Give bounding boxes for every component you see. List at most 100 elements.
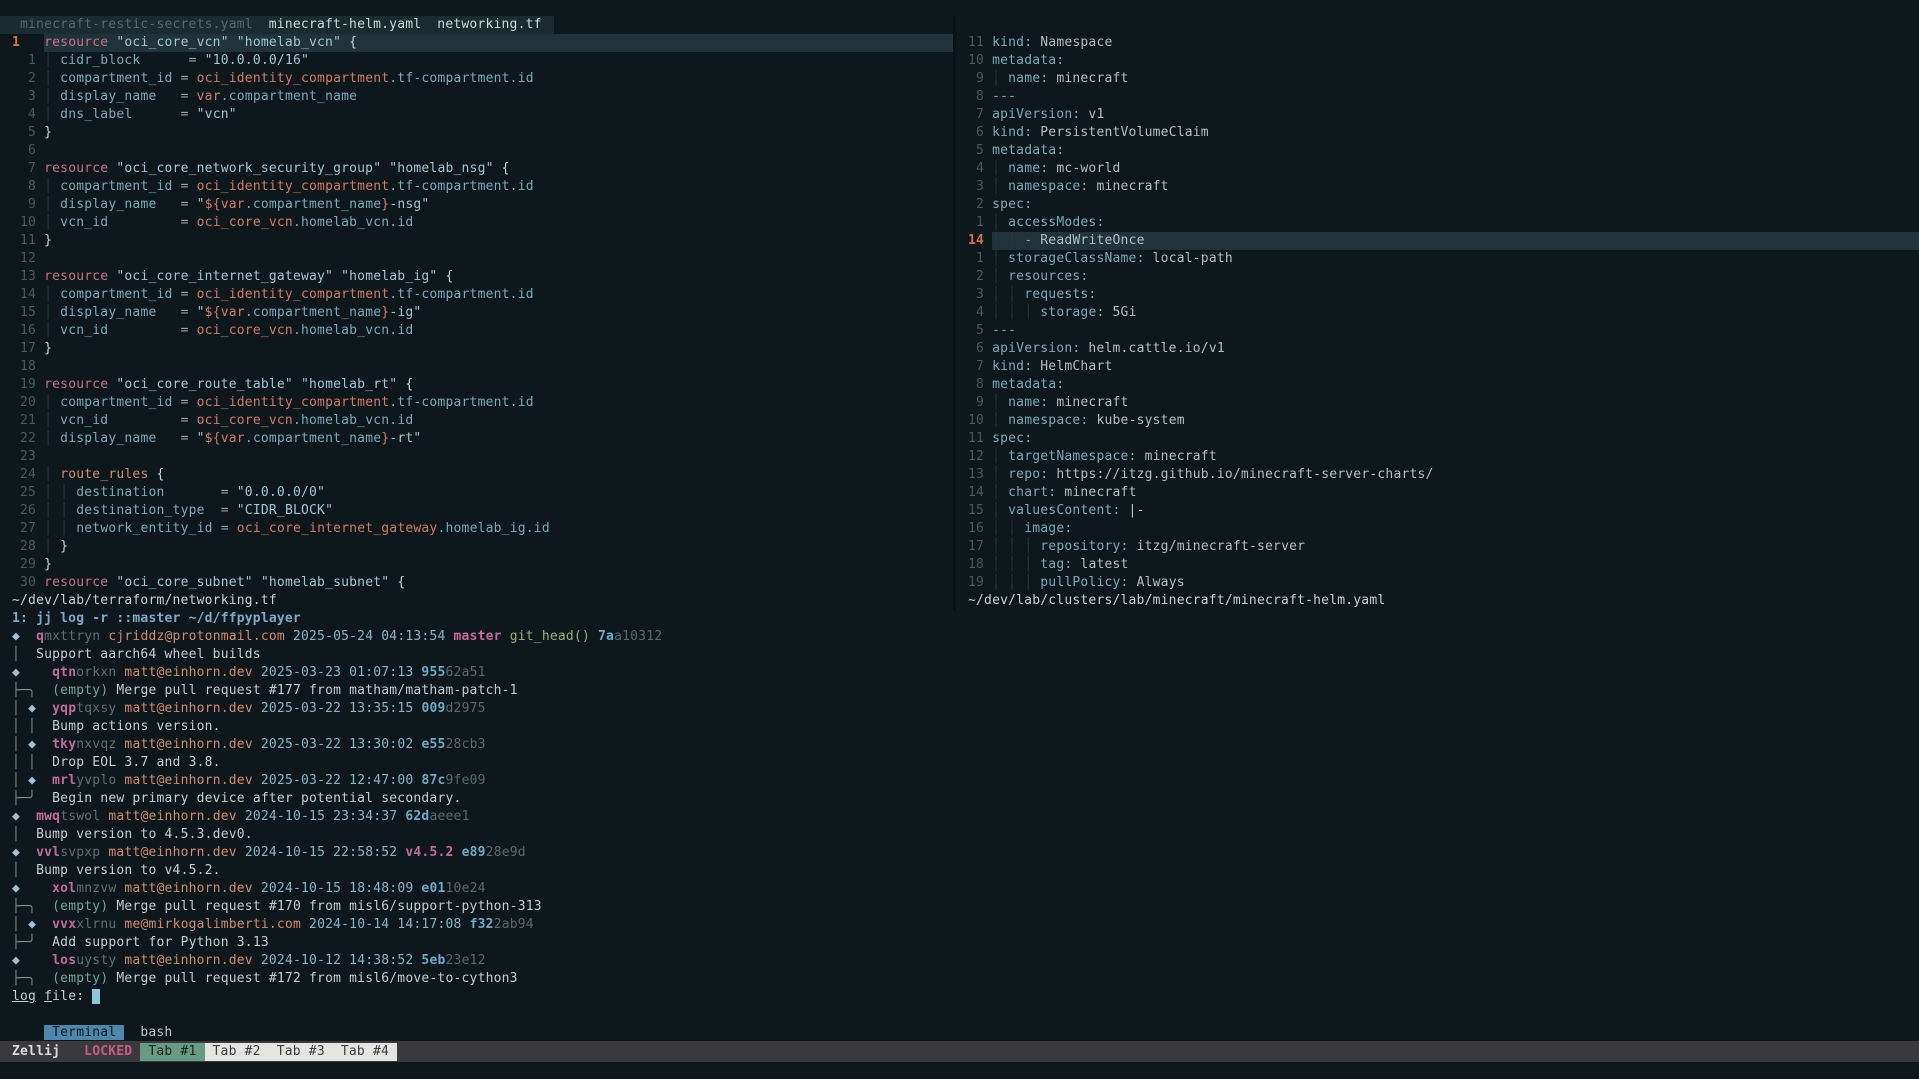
text-line: 14 │ │ - ReadWriteOnce [968, 232, 1919, 250]
text-line: │ Support aarch64 wheel builds [12, 646, 1919, 664]
text-line: 10 │ namespace: kube-system [968, 412, 1919, 430]
text-line: 1 │ storageClassName: local-path [968, 250, 1919, 268]
line-number: 4 [968, 160, 992, 178]
text-line: 1 │ accessModes: [968, 214, 1919, 232]
text-line: 14 │ chart: minecraft [968, 484, 1919, 502]
line-number: 2 [968, 268, 992, 286]
text-line: ├─╮ (empty) Merge pull request #170 from… [12, 898, 1919, 916]
code-lines-yaml: 11 kind: Namespace10 metadata: 9 │ name:… [968, 34, 1919, 592]
zellij-status-bar: Zellij LOCKED Tab #1 Tab #2 Tab #3 Tab #4 [0, 1041, 1919, 1062]
zellij-tab-4[interactable]: Tab #4 [341, 1044, 389, 1059]
text-line: 10 │ vcn_id = oci_core_vcn.homelab_vcn.i… [12, 214, 953, 232]
line-number: 7 [968, 358, 992, 376]
code-lines-terraform: 1 resource "oci_core_vcn" "homelab_vcn" … [12, 34, 953, 592]
line-number: 17 [12, 340, 44, 358]
tab-terminal[interactable]: Terminal [44, 1025, 124, 1040]
line-number: 10 [12, 214, 44, 232]
text-line: 11 } [12, 232, 953, 250]
line-number: 3 [12, 88, 44, 106]
text-line: 10 metadata: [968, 52, 1919, 70]
text-line: │ ◆ vvxxlrnu me@mirkogalimberti.com 2024… [12, 916, 1919, 934]
text-line: 24 │ route_rules { [12, 466, 953, 484]
text-line: 2 spec: [968, 196, 1919, 214]
line-number: 10 [968, 412, 992, 430]
line-number: 12 [968, 448, 992, 466]
line-number: 16 [12, 322, 44, 340]
text-line: 28 │ } [12, 538, 953, 556]
zellij-tab-3[interactable]: Tab #3 [277, 1044, 325, 1059]
text-line: 16 │ │ image: [968, 520, 1919, 538]
buffer-tab-minecraft-helm[interactable]: minecraft-helm.yaml [269, 16, 422, 34]
jj-log-output: ◆ qmxttryn cjriddz@protonmail.com 2025-0… [12, 628, 1919, 1006]
text-line: ◆ mwqtswol matt@einhorn.dev 2024-10-15 2… [12, 808, 1919, 826]
line-number: 26 [12, 502, 44, 520]
line-number: 14 [12, 286, 44, 304]
zellij-tab-1[interactable]: Tab #1 [140, 1043, 204, 1061]
text-line: 4 │ name: mc-world [968, 160, 1919, 178]
line-number: 1 [12, 52, 44, 70]
text-line: 23 [12, 448, 953, 466]
text-line: 22 │ display_name = "${var.compartment_n… [12, 430, 953, 448]
line-number: 11 [968, 34, 992, 52]
line-number: 19 [12, 376, 44, 394]
text-line: │ │ Drop EOL 3.7 and 3.8. [12, 754, 1919, 772]
text-line: 14 │ compartment_id = oci_identity_compa… [12, 286, 953, 304]
buffer-tab-minecraft-restic-secrets[interactable]: minecraft-restic-secrets.yaml [20, 16, 253, 34]
line-number: 2 [12, 70, 44, 88]
zellij-logo: Zellij [12, 1043, 60, 1061]
text-line: 12 [12, 250, 953, 268]
line-number: 11 [12, 232, 44, 250]
line-number: 8 [12, 178, 44, 196]
text-line: ◆ qmxttryn cjriddz@protonmail.com 2025-0… [12, 628, 1919, 646]
line-number: 6 [968, 124, 992, 142]
line-number: 21 [12, 412, 44, 430]
text-line: 6 [12, 142, 953, 160]
text-line: 13 resource "oci_core_internet_gateway" … [12, 268, 953, 286]
line-number: 20 [12, 394, 44, 412]
line-number: 28 [12, 538, 44, 556]
bufferline: minecraft-restic-secrets.yaml minecraft-… [0, 16, 953, 34]
text-line: 6 kind: PersistentVolumeClaim [968, 124, 1919, 142]
text-line: ├─╯ Add support for Python 3.13 [12, 934, 1919, 952]
line-number: 29 [12, 556, 44, 574]
text-line: 3 │ display_name = var.compartment_name [12, 88, 953, 106]
mode-indicator-locked: LOCKED [84, 1043, 132, 1061]
editor-pane-networking-tf[interactable]: minecraft-restic-secrets.yaml minecraft-… [0, 16, 953, 610]
line-number: 17 [968, 538, 992, 556]
text-line: ├─╮ (empty) Merge pull request #177 from… [12, 682, 1919, 700]
line-number: 3 [968, 286, 992, 304]
text-line: 13 │ repo: https://itzg.github.io/minecr… [968, 466, 1919, 484]
text-line: ◆ xolmnzvw matt@einhorn.dev 2024-10-15 1… [12, 880, 1919, 898]
line-number: 16 [968, 520, 992, 538]
terminal-tab-bar: Terminalbash [0, 1006, 1919, 1024]
line-number: 1 [968, 250, 992, 268]
text-line: 1 │ cidr_block = "10.0.0.0/16" [12, 52, 953, 70]
line-number: 10 [968, 52, 992, 70]
buffer-tab-networking[interactable]: networking.tf [437, 16, 541, 34]
zellij-tab-2[interactable]: Tab #2 [213, 1044, 261, 1059]
text-line: │ Bump version to 4.5.3.dev0. [12, 826, 1919, 844]
text-line: 11 kind: Namespace [968, 34, 1919, 52]
zellij-session: minecraft-restic-secrets.yaml minecraft-… [0, 0, 1919, 1079]
text-line: 8 metadata: [968, 376, 1919, 394]
text-line: 18 │ │ │ tag: latest [968, 556, 1919, 574]
text-line: 21 │ vcn_id = oci_core_vcn.homelab_vcn.i… [12, 412, 953, 430]
text-line: 4 │ │ │ storage: 5Gi [968, 304, 1919, 322]
text-line: ◆ losuysty matt@einhorn.dev 2024-10-12 1… [12, 952, 1919, 970]
line-number: 9 [12, 196, 44, 214]
text-line: 19 resource "oci_core_route_table" "home… [12, 376, 953, 394]
terminal-pane[interactable]: 1: jj log -r ::master ~/d/ffpyplayer ◆ q… [0, 610, 1919, 1006]
line-number: 5 [12, 124, 44, 142]
text-line: 27 │ │ network_entity_id = oci_core_inte… [12, 520, 953, 538]
prompt-line[interactable]: log file: [12, 988, 1919, 1006]
text-line: 20 │ compartment_id = oci_identity_compa… [12, 394, 953, 412]
text-line: 11 spec: [968, 430, 1919, 448]
text-line: 19 │ │ │ pullPolicy: Always [968, 574, 1919, 592]
text-line: 30 resource "oci_core_subnet" "homelab_s… [12, 574, 953, 592]
text-line: 9 │ name: minecraft [968, 394, 1919, 412]
editor-pane-minecraft-helm[interactable]: 11 kind: Namespace10 metadata: 9 │ name:… [956, 34, 1919, 610]
tab-bash[interactable]: bash [140, 1025, 172, 1040]
line-number: 8 [968, 376, 992, 394]
text-line: 9 │ name: minecraft [968, 70, 1919, 88]
text-line: │ ◆ mrlyvplo matt@einhorn.dev 2025-03-22… [12, 772, 1919, 790]
